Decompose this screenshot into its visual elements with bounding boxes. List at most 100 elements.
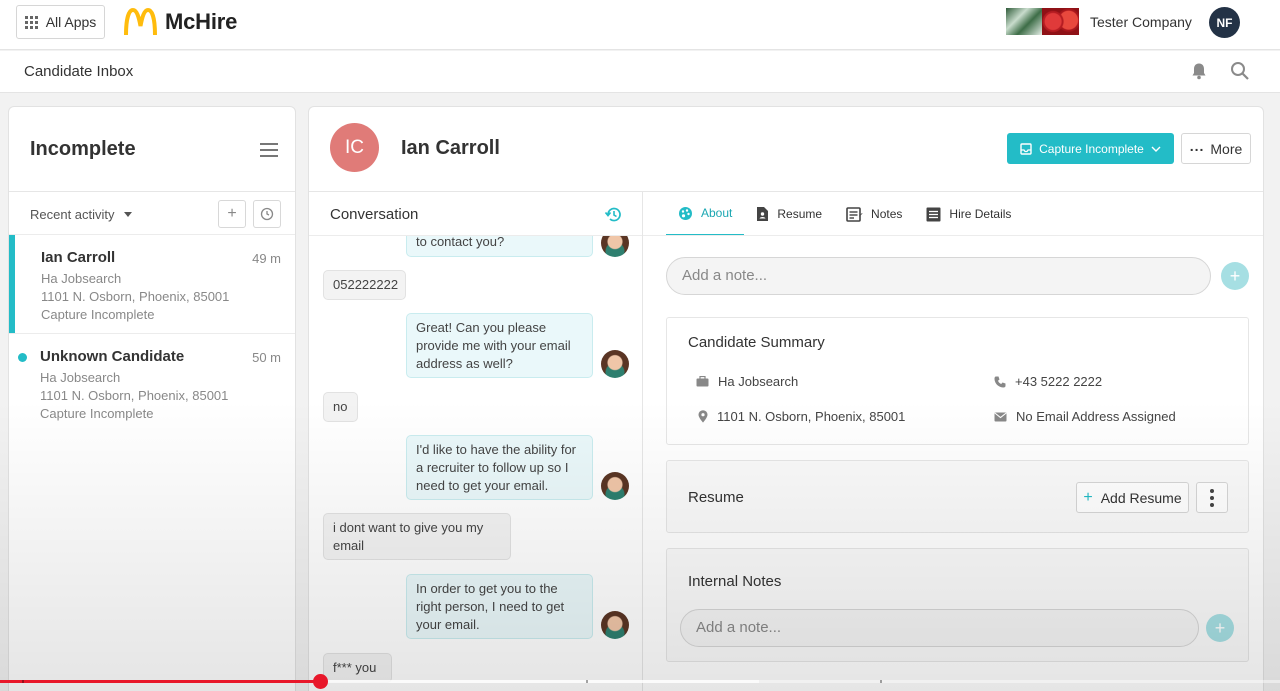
candidate-name: Ian Carroll (41, 249, 116, 266)
grid-icon (24, 15, 38, 29)
company-logo (1006, 8, 1079, 35)
unread-dot (18, 353, 27, 362)
candidate-detail-panel: IC Ian Carroll Capture Incomplete ... Mo… (308, 106, 1264, 691)
clock-icon (260, 207, 274, 221)
all-apps-button[interactable]: All Apps (16, 5, 105, 39)
history-icon[interactable] (604, 205, 623, 224)
candidate-name: Unknown Candidate (40, 348, 185, 365)
recruiter-avatar (601, 611, 629, 639)
page-title: Candidate Inbox (24, 63, 134, 80)
tab-label: Hire Details (949, 207, 1012, 221)
tab-hire-details[interactable]: Hire Details (914, 192, 1023, 236)
internal-note-input[interactable]: Add a note... (680, 609, 1199, 647)
video-scrubber-handle[interactable] (313, 674, 328, 689)
candidate-list-panel: Incomplete Recent activity + Ian Carroll… (8, 106, 296, 691)
candidate-source: Ha Jobsearch (41, 271, 122, 286)
recruiter-avatar (601, 236, 629, 257)
inbox-icon (1020, 142, 1032, 155)
address-text: 1101 N. Osborn, Phoenix, 85001 (717, 409, 906, 424)
source-text: Ha Jobsearch (718, 374, 799, 389)
company-name[interactable]: Tester Company (1090, 14, 1192, 30)
candidate-item-ian-carroll[interactable]: Ian Carroll 49 m Ha Jobsearch 1101 N. Os… (9, 235, 295, 333)
message-user: i dont want to give you my email (323, 513, 511, 560)
candidate-summary-card: Candidate Summary Ha Jobsearch +43 5222 … (666, 317, 1249, 445)
sort-dropdown[interactable]: Recent activity (30, 207, 132, 222)
tab-label: Notes (871, 207, 903, 221)
ellipsis-icon: ... (1189, 137, 1205, 154)
palette-icon (679, 206, 692, 220)
more-button[interactable]: ... More (1181, 133, 1251, 164)
message-bot: to contact you? (406, 236, 593, 257)
internal-notes-title: Internal Notes (688, 573, 782, 590)
plus-icon: + (227, 205, 237, 222)
capture-incomplete-button[interactable]: Capture Incomplete (1007, 133, 1174, 164)
tab-about[interactable]: About (666, 192, 745, 236)
tab-label: Resume (777, 207, 823, 221)
message-bot: Great! Can you please provide me with yo… (406, 313, 593, 378)
summary-address: 1101 N. Osborn, Phoenix, 85001 (698, 409, 905, 424)
candidate-avatar: IC (330, 123, 379, 172)
tab-notes[interactable]: Notes (834, 192, 914, 236)
summary-phone: +43 5222 2222 (994, 374, 1102, 389)
summary-source: Ha Jobsearch (696, 374, 798, 389)
candidate-address: 1101 N. Osborn, Phoenix, 85001 (41, 289, 230, 304)
bell-icon[interactable] (1190, 62, 1208, 80)
summary-email: No Email Address Assigned (994, 409, 1176, 424)
add-resume-label: Add Resume (1100, 489, 1182, 506)
add-note-input[interactable]: Add a note... (666, 257, 1211, 295)
message-bot: I'd like to have the ability for a recru… (406, 435, 593, 500)
plus-icon: + (1214, 617, 1226, 638)
add-internal-note-button[interactable]: + (1206, 614, 1234, 642)
all-apps-label: All Apps (45, 14, 97, 30)
notes-icon (846, 206, 863, 222)
list-title: Incomplete (30, 138, 136, 160)
briefcase-icon (696, 376, 709, 387)
menu-icon[interactable] (260, 143, 278, 157)
tab-label: About (701, 206, 733, 220)
message-user: no (323, 392, 358, 422)
add-button[interactable]: + (218, 200, 246, 228)
candidate-title: Ian Carroll (401, 137, 500, 159)
conversation-thread: to contact you? 052222222 Great! Can you… (309, 236, 642, 691)
phone-text: +43 5222 2222 (1015, 374, 1103, 389)
message-user: f*** you (323, 653, 392, 683)
candidate-status: Capture Incomplete (40, 406, 154, 421)
plus-icon: + (1229, 265, 1241, 286)
top-bar: All Apps McHire Tester Company NF (0, 0, 1280, 50)
message-user: 052222222 (323, 270, 406, 300)
email-text: No Email Address Assigned (1016, 409, 1176, 424)
tab-resume[interactable]: Resume (744, 192, 834, 236)
add-resume-button[interactable]: + Add Resume (1076, 482, 1189, 513)
kebab-menu-icon[interactable] (1196, 482, 1228, 513)
search-icon[interactable] (1230, 61, 1250, 81)
resume-card: Resume + Add Resume (666, 460, 1249, 533)
caret-down-icon (123, 212, 132, 217)
sub-bar: Candidate Inbox (0, 51, 1280, 93)
add-note-button[interactable]: + (1221, 262, 1249, 290)
detail-tabs: About Resume Notes Hire Details (666, 192, 1023, 236)
more-label: More (1210, 140, 1243, 157)
video-progress-fill (0, 680, 320, 683)
capture-label: Capture Incomplete (1039, 141, 1144, 156)
candidate-source: Ha Jobsearch (40, 370, 121, 385)
list-icon (926, 207, 941, 221)
resume-title: Resume (688, 489, 744, 506)
message-bot: In order to get you to the right person,… (406, 574, 593, 639)
resume-icon (757, 207, 769, 221)
sort-label: Recent activity (30, 207, 115, 222)
candidate-item-unknown[interactable]: Unknown Candidate 50 m Ha Jobsearch 1101… (9, 334, 295, 432)
recruiter-avatar (601, 472, 629, 500)
chevron-down-icon (1151, 146, 1161, 152)
candidate-status: Capture Incomplete (41, 307, 155, 322)
user-avatar[interactable]: NF (1209, 7, 1240, 38)
candidate-time: 50 m (252, 350, 281, 365)
clock-button[interactable] (253, 200, 281, 228)
brand-name: McHire (165, 9, 238, 34)
candidate-time: 49 m (252, 251, 281, 266)
golden-arches-logo (124, 8, 157, 36)
conversation-title: Conversation (330, 206, 419, 223)
plus-icon: + (1083, 488, 1093, 506)
map-pin-icon (698, 410, 708, 423)
mail-icon (994, 412, 1007, 421)
phone-icon (994, 376, 1006, 387)
